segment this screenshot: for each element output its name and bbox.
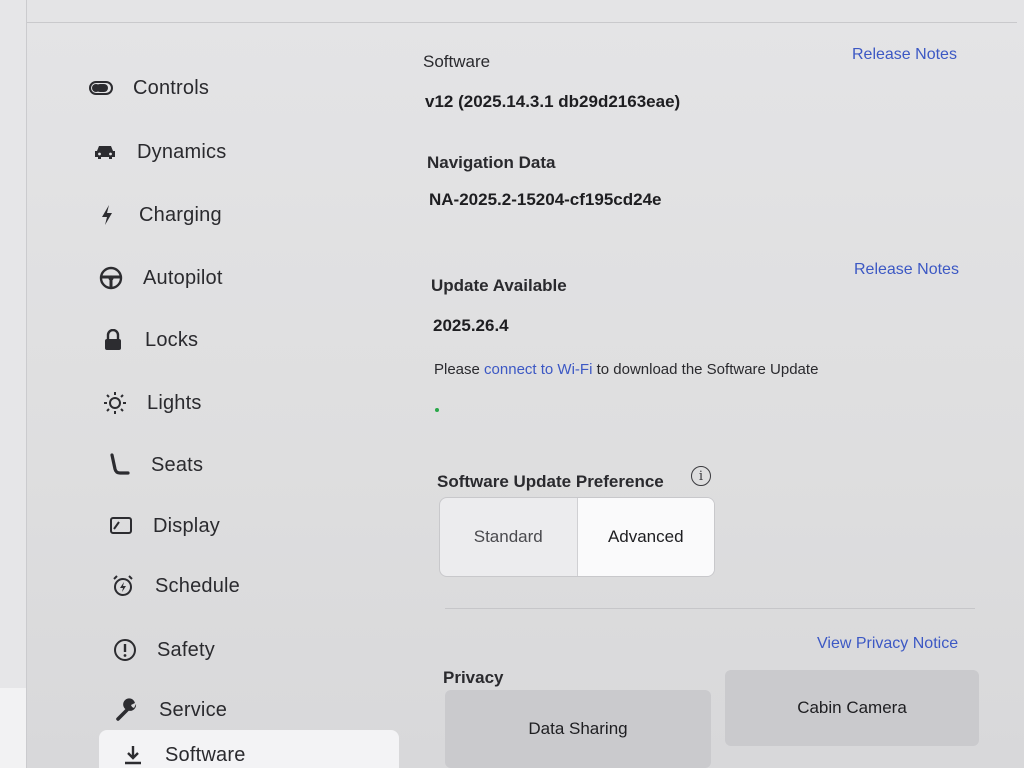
- software-content: Software Release Notes v12 (2025.14.3.1 …: [27, 0, 1024, 768]
- update-version: 2025.26.4: [433, 316, 509, 335]
- section-divider: [445, 608, 975, 609]
- preference-option-advanced[interactable]: Advanced: [576, 498, 714, 576]
- cabin-camera-button[interactable]: Cabin Camera: [725, 670, 979, 746]
- settings-screen: Controls Dynamics Charging Autopilot Loc…: [26, 0, 1024, 768]
- info-glyph: i: [698, 468, 704, 484]
- update-message-prefix: Please: [434, 361, 480, 378]
- info-icon[interactable]: i: [691, 466, 711, 486]
- update-available-heading: Update Available: [431, 276, 567, 295]
- update-message: Please connect to Wi-Fi to download the …: [434, 361, 818, 378]
- update-message-suffix: to download the Software Update: [596, 361, 819, 378]
- preference-option-standard[interactable]: Standard: [440, 498, 577, 576]
- data-sharing-button[interactable]: Data Sharing: [445, 690, 711, 768]
- update-progress-fill: [435, 408, 439, 412]
- update-progress-bar: [435, 405, 855, 415]
- navigation-data-heading: Navigation Data: [427, 153, 556, 172]
- privacy-heading: Privacy: [443, 668, 504, 687]
- update-preference-toggle: Standard Advanced: [439, 497, 715, 577]
- navigation-data-value: NA-2025.2-15204-cf195cd24e: [429, 190, 662, 209]
- software-release-notes-link[interactable]: Release Notes: [852, 46, 957, 64]
- update-preference-heading: Software Update Preference: [437, 472, 664, 491]
- connect-wifi-link[interactable]: connect to Wi-Fi: [484, 361, 592, 378]
- view-privacy-notice-link[interactable]: View Privacy Notice: [817, 635, 958, 653]
- update-release-notes-link[interactable]: Release Notes: [854, 261, 959, 279]
- software-version: v12 (2025.14.3.1 db29d2163eae): [425, 92, 681, 111]
- software-heading: Software: [423, 52, 491, 71]
